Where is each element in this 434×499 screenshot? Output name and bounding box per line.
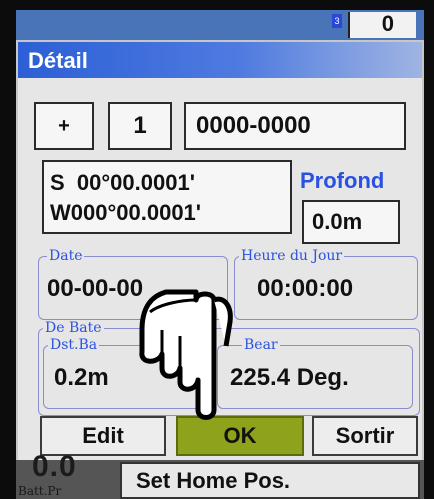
ok-button[interactable]: OK <box>176 416 304 456</box>
time-group: Heure du Jour 00:00:00 <box>234 249 418 320</box>
status-bar: 3 0 <box>16 10 424 40</box>
distance-value[interactable]: 0.2m <box>54 364 109 392</box>
longitude-value: W000°00.0001' <box>50 200 202 225</box>
depth-field[interactable]: 0.0m <box>302 200 400 244</box>
distance-group: Dst.Ba 0.2m <box>43 338 211 409</box>
date-group: Date 00-00-00 <box>38 249 228 320</box>
dialog-titlebar: Détail <box>18 42 422 78</box>
set-home-position-button[interactable]: Set Home Pos. <box>120 462 420 499</box>
date-value[interactable]: 00-00-00 <box>47 275 143 303</box>
code-field[interactable]: 0000-0000 <box>184 102 406 150</box>
dialog-title: Détail <box>28 48 88 73</box>
sign-field[interactable]: + <box>34 102 94 150</box>
position-box[interactable]: S 00°00.0001' W000°00.0001' <box>42 160 292 234</box>
distance-label: Dst.Ba <box>48 337 100 353</box>
latitude-value: S 00°00.0001' <box>50 170 195 195</box>
detail-dialog: Détail + 1 0000-0000 S 00°00.0001' W000°… <box>18 42 422 462</box>
bearing-group: Bear 225.4 Deg. <box>217 338 413 409</box>
status-counter: 0 <box>381 11 394 36</box>
index-field[interactable]: 1 <box>108 102 172 150</box>
bearing-label: Bear <box>242 337 280 353</box>
device-screen: 3 0 Détail + 1 0000-0000 S 00°00.0001' W… <box>16 10 424 499</box>
background-digits: 0.0 <box>32 450 77 483</box>
from-boat-group: De Bate Dst.Ba 0.2m Bear 225.4 Deg. <box>38 321 420 416</box>
status-indicator: 3 <box>332 14 342 28</box>
bearing-value[interactable]: 225.4 Deg. <box>230 364 349 392</box>
time-value[interactable]: 00:00:00 <box>257 275 353 303</box>
time-label: Heure du Jour <box>239 248 345 264</box>
depth-label: Profond <box>300 168 385 193</box>
date-label: Date <box>47 248 85 264</box>
from-boat-label: De Bate <box>43 320 104 336</box>
battery-label: Batt.Pr <box>18 484 62 498</box>
exit-button[interactable]: Sortir <box>312 416 418 456</box>
